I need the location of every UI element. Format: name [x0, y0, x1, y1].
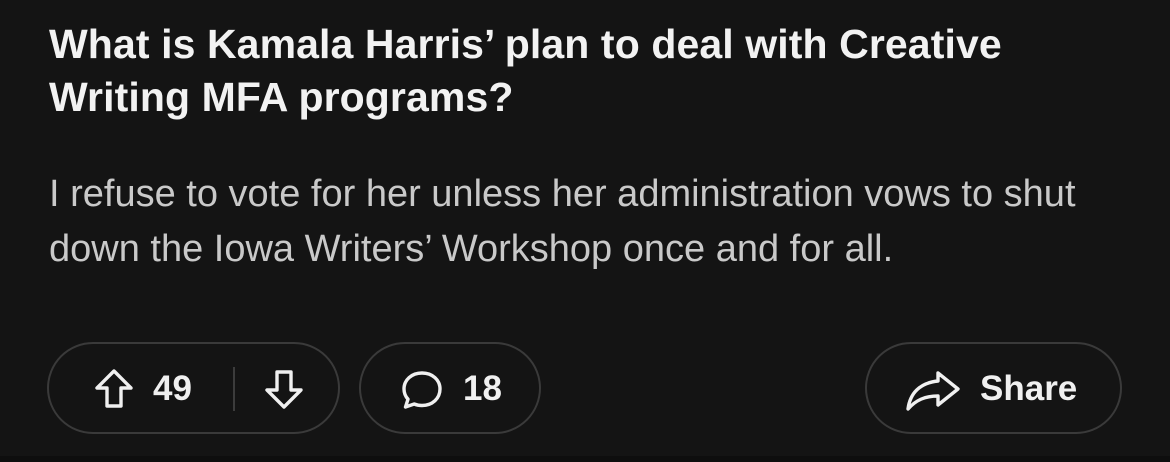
comments-button[interactable]: 18: [359, 342, 541, 434]
vote-count: 49: [153, 369, 192, 408]
vote-controls: 49: [47, 342, 340, 434]
downvote-button[interactable]: [261, 366, 307, 412]
share-button[interactable]: Share: [865, 342, 1122, 434]
share-label: Share: [980, 369, 1078, 408]
share-arrow-icon: [906, 371, 960, 411]
bottom-edge: [0, 456, 1170, 462]
arrow-down-outline-icon: [265, 370, 303, 409]
speech-bubble-icon: [402, 371, 442, 409]
upvote-button[interactable]: [91, 366, 137, 412]
post-title[interactable]: What is Kamala Harris’ plan to deal with…: [49, 18, 1119, 124]
comment-icon-wrap: [399, 368, 445, 412]
vote-divider: [233, 367, 235, 411]
post-body: I refuse to vote for her unless her admi…: [49, 173, 1076, 270]
share-icon-wrap: [904, 367, 962, 413]
comment-count: 18: [463, 369, 502, 408]
post-card[interactable]: What is Kamala Harris’ plan to deal with…: [0, 0, 1170, 462]
arrow-up-outline-icon: [95, 369, 133, 408]
